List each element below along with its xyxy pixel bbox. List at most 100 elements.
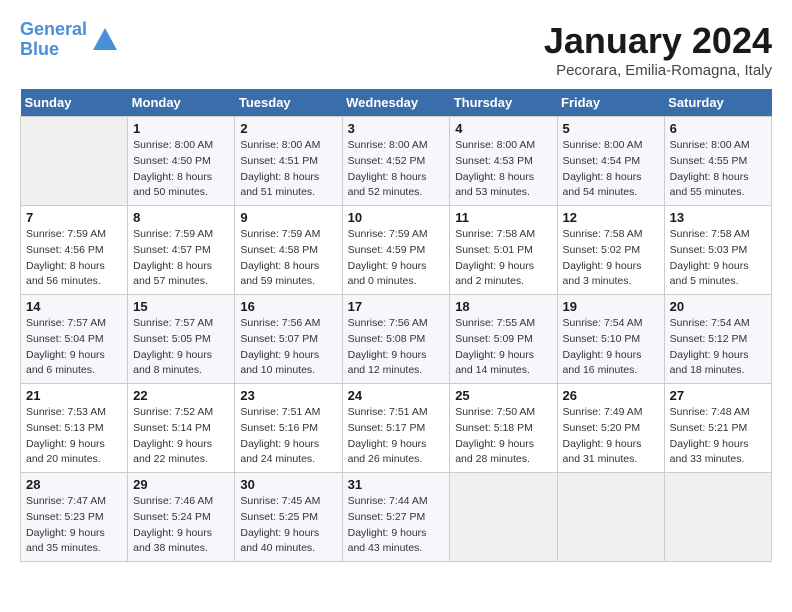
day-info: Sunrise: 7:54 AMSunset: 5:12 PMDaylight:… — [670, 316, 766, 379]
day-number: 14 — [26, 299, 122, 314]
calendar-header: SundayMondayTuesdayWednesdayThursdayFrid… — [21, 89, 772, 117]
calendar-cell: 19 Sunrise: 7:54 AMSunset: 5:10 PMDayligh… — [557, 295, 664, 384]
header-wednesday: Wednesday — [342, 89, 450, 117]
header-row: SundayMondayTuesdayWednesdayThursdayFrid… — [21, 89, 772, 117]
day-number: 16 — [240, 299, 336, 314]
logo-icon — [91, 26, 119, 54]
day-info: Sunrise: 7:57 AMSunset: 5:05 PMDaylight:… — [133, 316, 229, 379]
calendar-cell: 20 Sunrise: 7:54 AMSunset: 5:12 PMDayligh… — [664, 295, 771, 384]
logo-blue: Blue — [20, 39, 59, 59]
page-header: General Blue January 2024 Pecorara, Emil… — [20, 20, 772, 79]
day-info: Sunrise: 7:46 AMSunset: 5:24 PMDaylight:… — [133, 494, 229, 557]
day-number: 11 — [455, 210, 551, 225]
header-friday: Friday — [557, 89, 664, 117]
day-number: 26 — [563, 388, 659, 403]
day-info: Sunrise: 7:51 AMSunset: 5:17 PMDaylight:… — [348, 405, 445, 468]
day-number: 20 — [670, 299, 766, 314]
logo-general: General — [20, 19, 87, 39]
day-info: Sunrise: 7:56 AMSunset: 5:08 PMDaylight:… — [348, 316, 445, 379]
header-monday: Monday — [128, 89, 235, 117]
day-number: 6 — [670, 121, 766, 136]
week-row-0: 1Sunrise: 8:00 AMSunset: 4:50 PMDaylight… — [21, 117, 772, 206]
calendar-cell: 3 Sunrise: 8:00 AMSunset: 4:52 PMDaylight… — [342, 117, 450, 206]
calendar-cell: 14 Sunrise: 7:57 AMSunset: 5:04 PMDayligh… — [21, 295, 128, 384]
day-number: 7 — [26, 210, 122, 225]
day-info: Sunrise: 7:59 AMSunset: 4:59 PMDaylight:… — [348, 227, 445, 290]
calendar-cell: 13Sunrise: 7:58 AMSunset: 5:03 PMDayligh… — [664, 206, 771, 295]
calendar-cell: 23 Sunrise: 7:51 AMSunset: 5:16 PMDayligh… — [235, 384, 342, 473]
calendar-cell: 21 Sunrise: 7:53 AMSunset: 5:13 PMDayligh… — [21, 384, 128, 473]
calendar-cell — [664, 473, 771, 562]
day-number: 22 — [133, 388, 229, 403]
day-number: 5 — [563, 121, 659, 136]
calendar-cell: 25Sunrise: 7:50 AMSunset: 5:18 PMDayligh… — [450, 384, 557, 473]
day-info: Sunrise: 7:55 AMSunset: 5:09 PMDaylight:… — [455, 316, 551, 379]
calendar-cell: 4Sunrise: 8:00 AMSunset: 4:53 PMDaylight… — [450, 117, 557, 206]
calendar-cell — [557, 473, 664, 562]
logo: General Blue — [20, 20, 119, 60]
calendar-body: 1Sunrise: 8:00 AMSunset: 4:50 PMDaylight… — [21, 117, 772, 562]
header-saturday: Saturday — [664, 89, 771, 117]
day-info: Sunrise: 7:51 AMSunset: 5:16 PMDaylight:… — [240, 405, 336, 468]
day-number: 15 — [133, 299, 229, 314]
calendar-cell: 2 Sunrise: 8:00 AMSunset: 4:51 PMDaylight… — [235, 117, 342, 206]
day-number: 3 — [348, 121, 445, 136]
week-row-2: 14 Sunrise: 7:57 AMSunset: 5:04 PMDayligh… — [21, 295, 772, 384]
day-info: Sunrise: 7:49 AMSunset: 5:20 PMDaylight:… — [563, 405, 659, 468]
calendar-cell: 16 Sunrise: 7:56 AMSunset: 5:07 PMDayligh… — [235, 295, 342, 384]
calendar-cell: 28 Sunrise: 7:47 AMSunset: 5:23 PMDayligh… — [21, 473, 128, 562]
header-sunday: Sunday — [21, 89, 128, 117]
calendar-cell: 17Sunrise: 7:56 AMSunset: 5:08 PMDayligh… — [342, 295, 450, 384]
day-info: Sunrise: 7:56 AMSunset: 5:07 PMDaylight:… — [240, 316, 336, 379]
header-tuesday: Tuesday — [235, 89, 342, 117]
location: Pecorara, Emilia-Romagna, Italy — [544, 62, 772, 79]
day-info: Sunrise: 8:00 AMSunset: 4:54 PMDaylight:… — [563, 138, 659, 201]
calendar-cell: 15 Sunrise: 7:57 AMSunset: 5:05 PMDayligh… — [128, 295, 235, 384]
day-info: Sunrise: 7:59 AMSunset: 4:56 PMDaylight:… — [26, 227, 122, 290]
title-block: January 2024 Pecorara, Emilia-Romagna, I… — [544, 20, 772, 79]
day-number: 28 — [26, 477, 122, 492]
day-info: Sunrise: 7:54 AMSunset: 5:10 PMDaylight:… — [563, 316, 659, 379]
week-row-3: 21 Sunrise: 7:53 AMSunset: 5:13 PMDayligh… — [21, 384, 772, 473]
logo-text: General Blue — [20, 20, 87, 60]
calendar-cell: 1Sunrise: 8:00 AMSunset: 4:50 PMDaylight… — [128, 117, 235, 206]
day-info: Sunrise: 7:52 AMSunset: 5:14 PMDaylight:… — [133, 405, 229, 468]
calendar-cell: 18Sunrise: 7:55 AMSunset: 5:09 PMDayligh… — [450, 295, 557, 384]
day-number: 30 — [240, 477, 336, 492]
day-info: Sunrise: 8:00 AMSunset: 4:52 PMDaylight:… — [348, 138, 445, 201]
day-number: 2 — [240, 121, 336, 136]
day-info: Sunrise: 7:44 AMSunset: 5:27 PMDaylight:… — [348, 494, 445, 557]
calendar-cell: 22 Sunrise: 7:52 AMSunset: 5:14 PMDayligh… — [128, 384, 235, 473]
day-info: Sunrise: 8:00 AMSunset: 4:53 PMDaylight:… — [455, 138, 551, 201]
day-number: 1 — [133, 121, 229, 136]
calendar-cell: 24 Sunrise: 7:51 AMSunset: 5:17 PMDayligh… — [342, 384, 450, 473]
day-number: 29 — [133, 477, 229, 492]
day-info: Sunrise: 7:58 AMSunset: 5:01 PMDaylight:… — [455, 227, 551, 290]
day-number: 25 — [455, 388, 551, 403]
day-number: 23 — [240, 388, 336, 403]
calendar-cell: 10Sunrise: 7:59 AMSunset: 4:59 PMDayligh… — [342, 206, 450, 295]
calendar-cell: 26 Sunrise: 7:49 AMSunset: 5:20 PMDayligh… — [557, 384, 664, 473]
day-number: 24 — [348, 388, 445, 403]
day-info: Sunrise: 7:58 AMSunset: 5:02 PMDaylight:… — [563, 227, 659, 290]
calendar-table: SundayMondayTuesdayWednesdayThursdayFrid… — [20, 89, 772, 562]
calendar-cell: 29 Sunrise: 7:46 AMSunset: 5:24 PMDayligh… — [128, 473, 235, 562]
calendar-cell — [450, 473, 557, 562]
week-row-1: 7 Sunrise: 7:59 AMSunset: 4:56 PMDaylight… — [21, 206, 772, 295]
day-info: Sunrise: 8:00 AMSunset: 4:55 PMDaylight:… — [670, 138, 766, 201]
day-info: Sunrise: 7:45 AMSunset: 5:25 PMDaylight:… — [240, 494, 336, 557]
day-info: Sunrise: 8:00 AMSunset: 4:51 PMDaylight:… — [240, 138, 336, 201]
day-info: Sunrise: 7:47 AMSunset: 5:23 PMDaylight:… — [26, 494, 122, 557]
day-info: Sunrise: 7:48 AMSunset: 5:21 PMDaylight:… — [670, 405, 766, 468]
week-row-4: 28 Sunrise: 7:47 AMSunset: 5:23 PMDayligh… — [21, 473, 772, 562]
day-number: 21 — [26, 388, 122, 403]
calendar-cell: 5 Sunrise: 8:00 AMSunset: 4:54 PMDaylight… — [557, 117, 664, 206]
calendar-cell: 27Sunrise: 7:48 AMSunset: 5:21 PMDayligh… — [664, 384, 771, 473]
day-info: Sunrise: 7:57 AMSunset: 5:04 PMDaylight:… — [26, 316, 122, 379]
month-title: January 2024 — [544, 20, 772, 62]
day-number: 8 — [133, 210, 229, 225]
day-number: 19 — [563, 299, 659, 314]
day-info: Sunrise: 7:53 AMSunset: 5:13 PMDaylight:… — [26, 405, 122, 468]
day-number: 31 — [348, 477, 445, 492]
day-info: Sunrise: 7:59 AMSunset: 4:57 PMDaylight:… — [133, 227, 229, 290]
